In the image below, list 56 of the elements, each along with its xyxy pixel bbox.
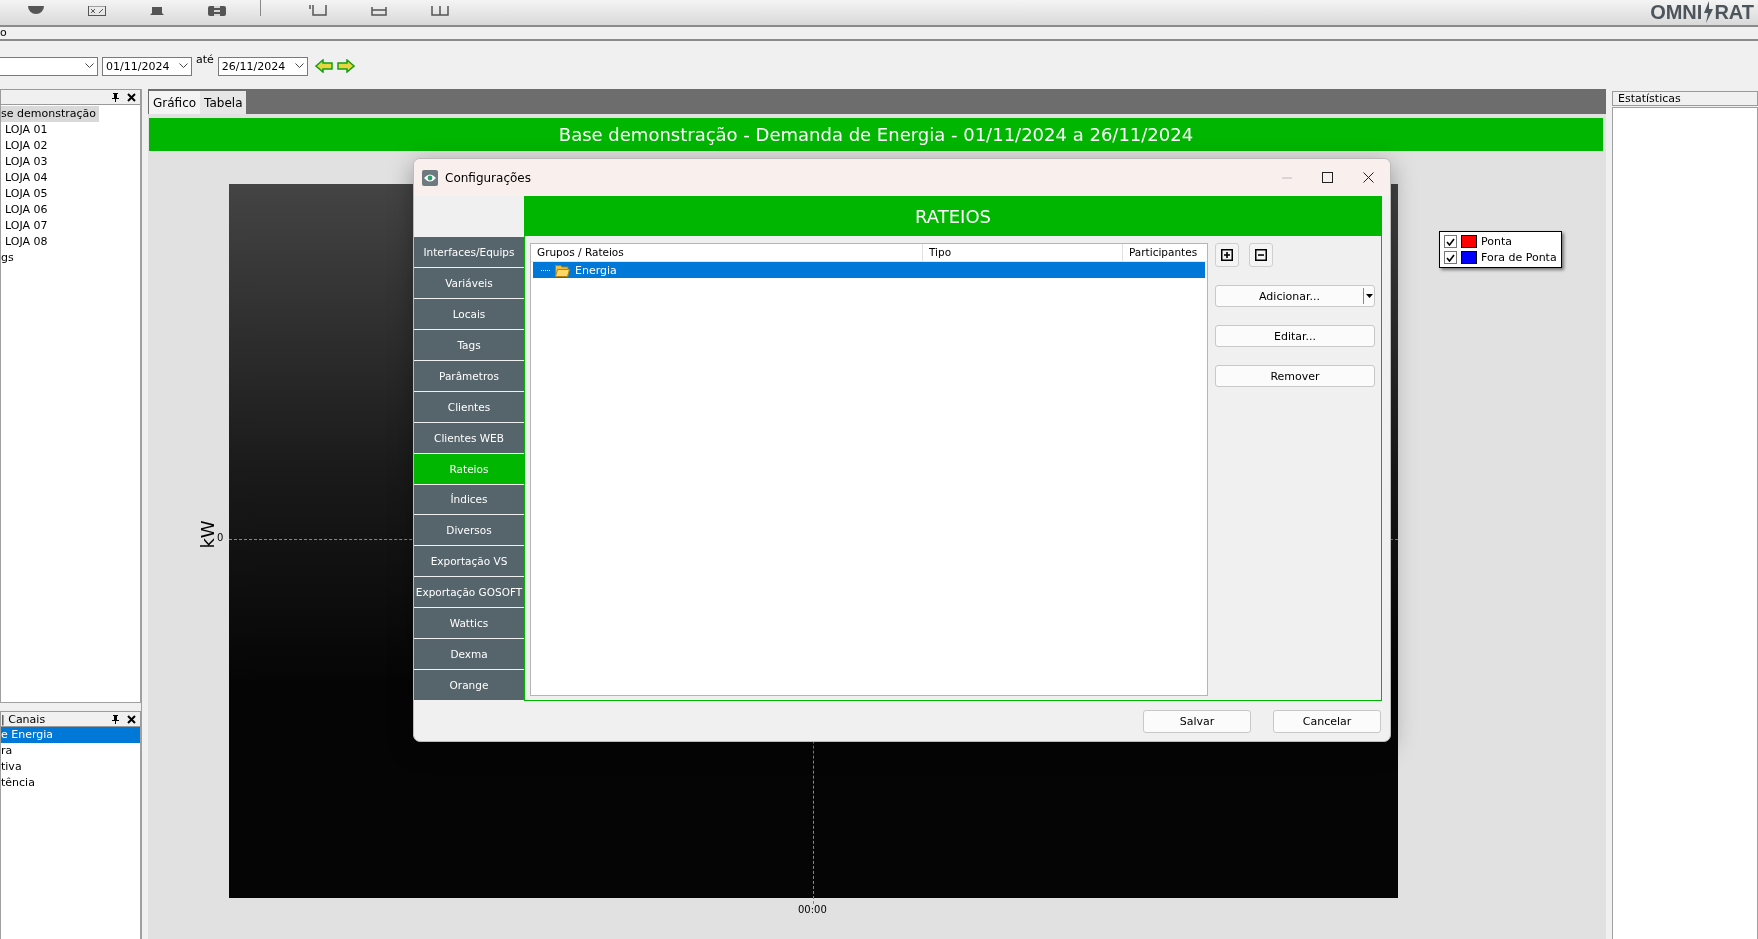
panel-title: | Canais	[1, 712, 46, 726]
channel-item[interactable]: e Energia	[1, 727, 140, 743]
column-header[interactable]: Participantes	[1123, 244, 1207, 261]
nav-item[interactable]: Clientes	[414, 391, 524, 422]
section-header: RATEIOS	[524, 196, 1382, 236]
action-button[interactable]: Editar...	[1215, 325, 1375, 347]
tree-item[interactable]: LOJA 01	[1, 122, 51, 138]
tree-item[interactable]: LOJA 07	[1, 218, 51, 234]
legend-label: Ponta	[1481, 235, 1512, 248]
tree-item[interactable]: LOJA 06	[1, 202, 51, 218]
column-header[interactable]: Tipo	[923, 244, 1123, 261]
tree-item[interactable]: LOJA 05	[1, 186, 51, 202]
menu-item[interactable]: o	[0, 27, 7, 39]
nav-item[interactable]: Interfaces/Equips	[414, 237, 524, 267]
logo-text: OMNI	[1650, 2, 1703, 22]
nav-item[interactable]: Locais	[414, 298, 524, 329]
nav-item[interactable]: Dexma	[414, 639, 524, 670]
dialog-title: Configurações	[445, 170, 531, 185]
table-row[interactable]: Energia	[533, 262, 1205, 278]
column-header[interactable]: Grupos / Rateios	[531, 244, 923, 261]
tab[interactable]: Gráfico	[149, 91, 201, 114]
nav-item[interactable]: Variáveis	[414, 267, 524, 298]
nav-item[interactable]: Parâmetros	[414, 360, 524, 391]
nav-item[interactable]: Clientes WEB	[414, 422, 524, 453]
tab[interactable]: Tabela	[200, 91, 247, 114]
nav-item[interactable]: Orange	[414, 670, 524, 701]
panel-title: Estatísticas	[1612, 91, 1758, 106]
nav-item[interactable]: Exportação VS	[414, 546, 524, 577]
channel-item[interactable]: tência	[1, 775, 140, 791]
nav-item[interactable]: Índices	[414, 484, 524, 515]
channel-item[interactable]: tiva	[1, 759, 140, 775]
tree-item[interactable]: LOJA 03	[1, 154, 51, 170]
range-label: até	[196, 53, 214, 66]
action-button[interactable]: Remover	[1215, 365, 1375, 387]
tree-item[interactable]: gs	[1, 250, 17, 266]
dialog-button[interactable]: Cancelar	[1273, 709, 1381, 733]
tick-label: 00:00	[798, 904, 827, 915]
channel-item[interactable]: ra	[1, 743, 140, 759]
date-field[interactable]: 01/11/2024	[102, 56, 192, 76]
legend-label: Fora de Ponta	[1481, 251, 1557, 264]
tree-item[interactable]: LOJA 04	[1, 170, 51, 186]
chart-title: Base demonstração - Demanda de Energia - 01/11/2024 a 26/11/2024	[149, 118, 1603, 151]
axis-label: kW	[196, 520, 218, 549]
nav-item[interactable]: Exportação GOSOFT	[414, 577, 524, 608]
tick-label: 0	[217, 532, 224, 543]
nav-item[interactable]: Wattics	[414, 608, 524, 639]
logo-text: RAT	[1714, 2, 1754, 22]
nav-item[interactable]: Tags	[414, 329, 524, 360]
tree-item[interactable]: se demonstração	[1, 106, 99, 122]
nav-item[interactable]: Diversos	[414, 515, 524, 546]
row-label: Energia	[575, 263, 617, 277]
tree-item[interactable]: LOJA 02	[1, 138, 51, 154]
date-field[interactable]: 26/11/2024	[217, 56, 308, 76]
dialog-button[interactable]: Salvar	[1143, 709, 1251, 733]
add-button[interactable]: Adicionar...	[1215, 285, 1375, 307]
tree-item[interactable]: LOJA 08	[1, 234, 51, 250]
